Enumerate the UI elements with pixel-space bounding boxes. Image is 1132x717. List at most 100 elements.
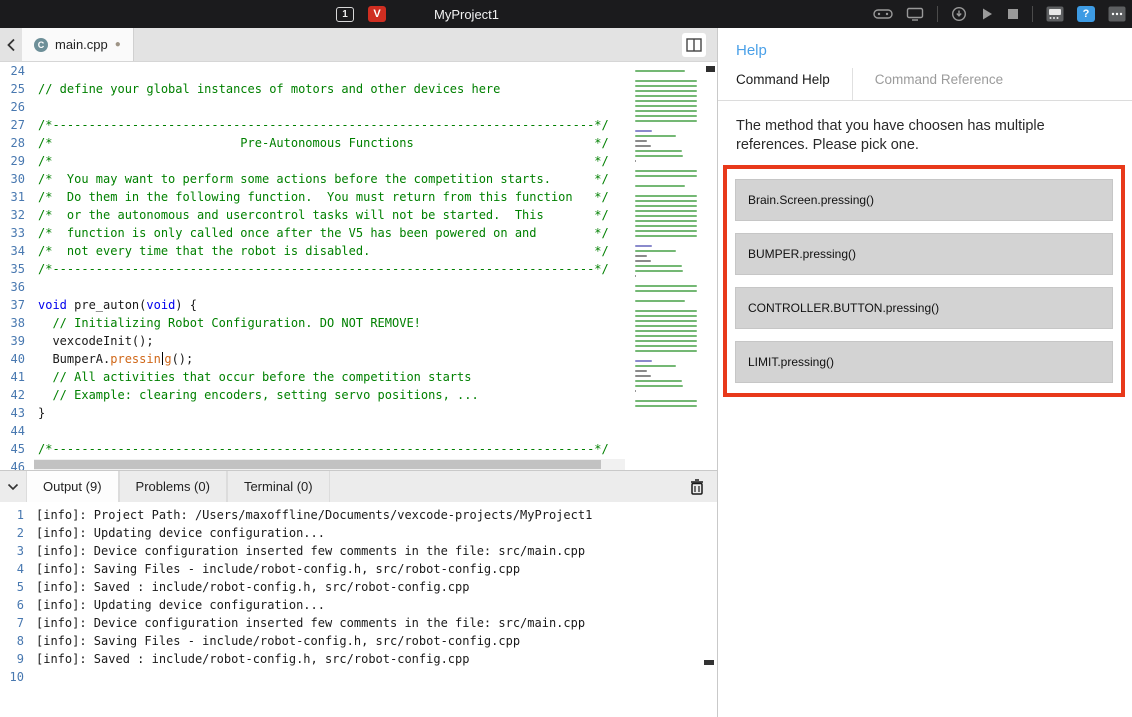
output-scrollbar-handle[interactable]: [704, 660, 714, 665]
code-line[interactable]: [38, 62, 631, 80]
scrollbar-handle[interactable]: [34, 460, 601, 469]
code-line[interactable]: // All activities that occur before the …: [38, 368, 631, 386]
output-line-text: [info]: Updating device configuration...: [36, 524, 325, 542]
minimap-line: [635, 155, 683, 157]
code-line[interactable]: /* Pre-Autonomous Functions */: [38, 134, 631, 152]
method-option[interactable]: CONTROLLER.BUTTON.pressing(): [735, 287, 1113, 329]
trash-icon[interactable]: [685, 475, 709, 499]
code-token: // All activities that occur before the …: [38, 370, 471, 384]
feedback-icon[interactable]: [1108, 6, 1126, 22]
collapse-chevron-icon[interactable]: [0, 471, 26, 502]
split-editor-icon[interactable]: [682, 33, 706, 57]
help-tabs: Command Help Command Reference: [718, 68, 1132, 101]
minimap-line: [635, 255, 647, 257]
minimap-line: [635, 130, 652, 132]
tab-command-help[interactable]: Command Help: [736, 68, 853, 100]
editor-vertical-scrollbar[interactable]: [703, 62, 717, 470]
controller-icon[interactable]: [873, 7, 893, 21]
output-line: 6[info]: Updating device configuration..…: [0, 596, 717, 614]
minimap-line: [635, 320, 697, 322]
code-editor[interactable]: 2425262728293031323334353637383940414243…: [0, 62, 717, 470]
code-token: /*--------------------------------------…: [38, 442, 609, 456]
code-token: BumperA.: [38, 352, 110, 366]
output-line-number: 1: [0, 506, 36, 524]
minimap-line: [635, 335, 697, 337]
code-line[interactable]: /*--------------------------------------…: [38, 260, 631, 278]
minimap-line: [635, 115, 697, 117]
print-console-icon[interactable]: [1046, 6, 1064, 22]
code-line[interactable]: /* or the autonomous and usercontrol tas…: [38, 206, 631, 224]
minimap-line: [635, 300, 685, 302]
method-option[interactable]: BUMPER.pressing(): [735, 233, 1113, 275]
minimap-line: [635, 400, 697, 402]
minimap-line: [635, 345, 697, 347]
code-line[interactable]: // define your global instances of motor…: [38, 80, 631, 98]
method-option[interactable]: Brain.Screen.pressing(): [735, 179, 1113, 221]
brain-slot-icon[interactable]: 1: [336, 7, 354, 22]
code-line[interactable]: // Example: clearing encoders, setting s…: [38, 386, 631, 404]
code-token: // define your global instances of motor…: [38, 82, 500, 96]
code-line[interactable]: /* not every time that the robot is disa…: [38, 242, 631, 260]
output-line-number: 4: [0, 560, 36, 578]
code-line[interactable]: [38, 278, 631, 296]
tab-terminal[interactable]: Terminal (0): [227, 471, 330, 502]
minimap-line: [635, 95, 697, 97]
tab-output[interactable]: Output (9): [26, 471, 119, 502]
line-number: 43: [0, 404, 25, 422]
minimap-line: [635, 350, 697, 352]
code-line[interactable]: [38, 422, 631, 440]
help-icon[interactable]: ?: [1077, 6, 1095, 22]
minimap-line: [635, 200, 697, 202]
tab-main-cpp[interactable]: C main.cpp ●: [22, 28, 134, 61]
code-token: pre_auton(: [67, 298, 146, 312]
run-icon[interactable]: [980, 7, 994, 21]
vex-logo-icon[interactable]: V: [368, 6, 386, 22]
code-line[interactable]: /*--------------------------------------…: [38, 440, 631, 458]
back-chevron-icon[interactable]: [0, 28, 22, 61]
minimap-line: [635, 270, 683, 272]
code-line[interactable]: vexcodeInit();: [38, 332, 631, 350]
code-line[interactable]: /* Do them in the following function. Yo…: [38, 188, 631, 206]
line-number: 40: [0, 350, 25, 368]
code-token: /* function is only called once after th…: [38, 226, 609, 240]
output-line-number: 8: [0, 632, 36, 650]
line-number: 31: [0, 188, 25, 206]
file-tab-label: main.cpp: [55, 37, 108, 52]
editor-horizontal-scrollbar[interactable]: [34, 459, 625, 470]
minimap-line: [635, 210, 697, 212]
code-area[interactable]: // define your global instances of motor…: [34, 62, 631, 470]
tab-command-reference[interactable]: Command Reference: [853, 68, 1003, 100]
code-line[interactable]: /* function is only called once after th…: [38, 224, 631, 242]
output-line-number: 2: [0, 524, 36, 542]
code-token: // Initializing Robot Configuration. DO …: [38, 316, 421, 330]
code-line[interactable]: void pre_auton(void) {: [38, 296, 631, 314]
minimap[interactable]: [631, 62, 703, 470]
editor-tab-bar: C main.cpp ●: [0, 28, 717, 62]
brain-screen-icon[interactable]: [906, 7, 924, 21]
line-number: 46: [0, 458, 25, 470]
output-line-text: [info]: Saved : include/robot-config.h, …: [36, 650, 469, 668]
download-icon[interactable]: [951, 6, 967, 22]
code-token: pressin: [110, 352, 161, 366]
code-line[interactable]: /* You may want to perform some actions …: [38, 170, 631, 188]
minimap-line: [635, 250, 676, 252]
output-line-text: [info]: Saving Files - include/robot-con…: [36, 560, 520, 578]
method-option[interactable]: LIMIT.pressing(): [735, 341, 1113, 383]
stop-icon[interactable]: [1007, 8, 1019, 20]
output-line-text: [info]: Project Path: /Users/maxoffline/…: [36, 506, 592, 524]
code-line[interactable]: [38, 98, 631, 116]
toolbar-separator: [1032, 6, 1033, 22]
code-line[interactable]: /* */: [38, 152, 631, 170]
output-line-number: 3: [0, 542, 36, 560]
tab-problems[interactable]: Problems (0): [119, 471, 227, 502]
minimap-line: [635, 225, 697, 227]
code-line[interactable]: /*--------------------------------------…: [38, 116, 631, 134]
line-number: 30: [0, 170, 25, 188]
line-number: 35: [0, 260, 25, 278]
code-line[interactable]: // Initializing Robot Configuration. DO …: [38, 314, 631, 332]
toolbar-actions: ?: [873, 0, 1126, 28]
code-line[interactable]: }: [38, 404, 631, 422]
code-token: vexcodeInit();: [38, 334, 154, 348]
scrollbar-handle[interactable]: [706, 66, 715, 72]
code-line[interactable]: BumperA.pressing();: [38, 350, 631, 368]
